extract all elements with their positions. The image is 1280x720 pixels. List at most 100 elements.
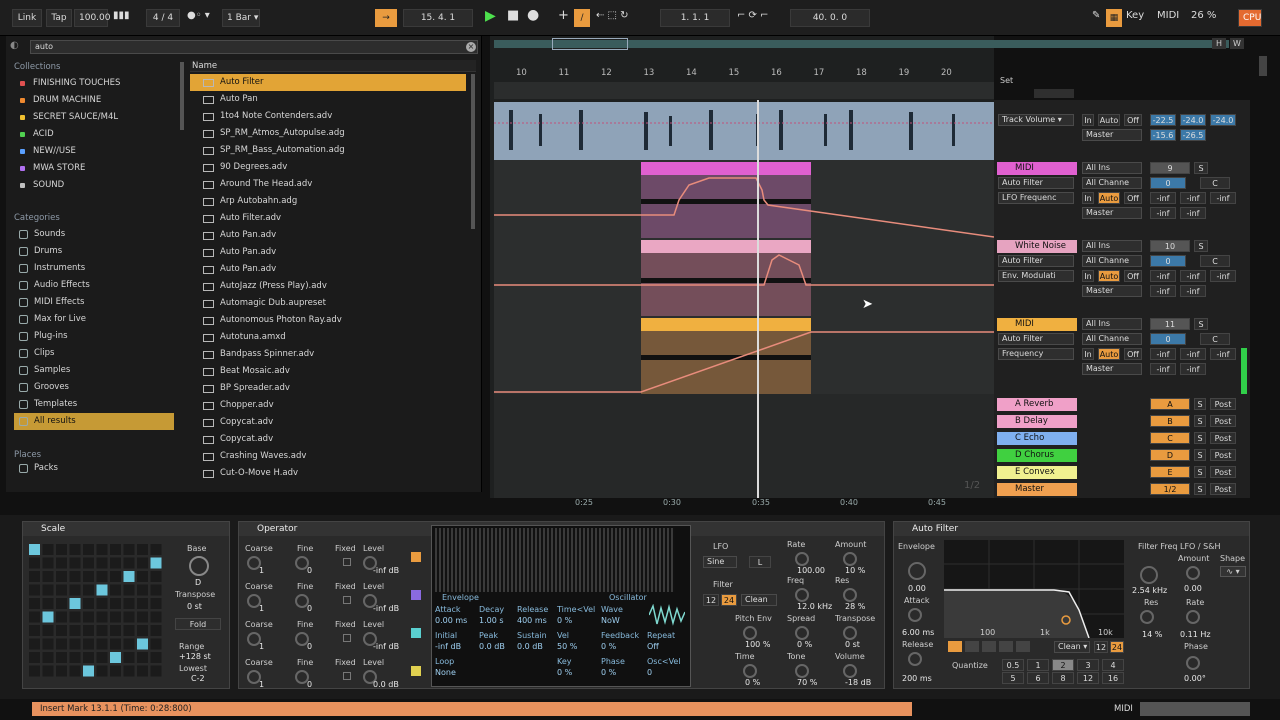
scale-cell[interactable] <box>56 598 67 609</box>
scale-cell[interactable] <box>110 544 121 555</box>
collection-item[interactable]: MWA STORE <box>14 160 184 177</box>
scale-cell[interactable] <box>69 611 81 623</box>
file-list-item[interactable]: 90 Degrees.adv <box>190 159 466 176</box>
scale-cell[interactable] <box>123 557 135 569</box>
scale-cell[interactable] <box>123 584 135 596</box>
return-send-letter[interactable]: B <box>1150 415 1190 427</box>
scale-cell[interactable] <box>83 557 94 569</box>
track-volume-select[interactable]: Track Volume ▾ <box>998 114 1074 126</box>
scale-cell[interactable] <box>42 598 54 609</box>
circuit-select[interactable]: Clean ▾ <box>1054 641 1090 653</box>
highpass-icon[interactable] <box>965 641 979 652</box>
send-value[interactable]: -inf <box>1180 348 1206 360</box>
rate-knob[interactable] <box>1186 610 1200 624</box>
loop-brace-area[interactable] <box>494 82 994 99</box>
peak-value[interactable]: 0.0 dB <box>479 642 505 651</box>
punch-icon[interactable]: ⌐ ⟳ ⌐ <box>737 10 769 21</box>
scale-cell[interactable] <box>29 652 40 663</box>
scale-cell[interactable] <box>42 611 54 623</box>
scale-cell[interactable] <box>29 584 40 596</box>
category-item[interactable]: Max for Live <box>14 311 174 328</box>
loop-tools-icon[interactable]: ⇠ ⬚ ↻ <box>596 10 629 21</box>
file-list-item[interactable]: AutoJazz (Press Play).adv <box>190 278 466 295</box>
files-scrollbar[interactable] <box>471 74 475 229</box>
vel-value[interactable]: 50 % <box>557 642 577 651</box>
scale-cell[interactable] <box>42 638 54 650</box>
collections-scrollbar[interactable] <box>180 62 184 130</box>
in-button[interactable]: In <box>1082 114 1094 126</box>
fixed-checkbox[interactable] <box>343 672 351 680</box>
return-lanes[interactable] <box>494 394 994 498</box>
scale-cell[interactable] <box>137 665 148 677</box>
category-item[interactable]: Sounds <box>14 226 174 243</box>
scale-cell[interactable] <box>96 571 108 582</box>
quantize-option[interactable]: 1 <box>1027 659 1049 671</box>
fixed-checkbox[interactable] <box>343 558 351 566</box>
scale-cell[interactable] <box>150 571 162 582</box>
quantize-select[interactable]: 1 Bar ▾ <box>222 9 260 27</box>
scale-cell[interactable] <box>150 598 162 609</box>
volume-readout[interactable]: -24.0 <box>1210 114 1236 126</box>
file-list-item[interactable]: SP_RM_Atmos_Autopulse.adg <box>190 125 466 142</box>
parameter-chooser[interactable]: Frequency <box>998 348 1074 360</box>
res-knob[interactable] <box>1140 610 1154 624</box>
browser-nav-icon[interactable]: ◐ <box>10 40 19 51</box>
return-track-title[interactable]: D Chorus <box>997 449 1077 462</box>
midi-map-label[interactable]: MIDI <box>1157 10 1179 21</box>
scale-cell[interactable] <box>83 571 94 582</box>
scale-cell[interactable] <box>96 638 108 650</box>
h-zoom-button[interactable]: H <box>1212 38 1226 49</box>
scale-grid[interactable] <box>29 544 165 684</box>
send-value[interactable]: -inf <box>1150 363 1176 375</box>
transpose-value[interactable]: 0 st <box>187 602 202 611</box>
scale-cell[interactable] <box>150 611 162 623</box>
scale-cell[interactable] <box>150 665 162 677</box>
auto-button[interactable]: Auto <box>1098 348 1120 360</box>
scale-cell[interactable] <box>137 638 148 650</box>
scale-cell[interactable] <box>69 557 81 569</box>
file-list-item[interactable]: Arp Autobahn.adg <box>190 193 466 210</box>
scale-cell[interactable] <box>42 544 54 555</box>
scale-cell[interactable] <box>29 557 40 569</box>
filter-24-button[interactable]: 24 <box>721 594 737 606</box>
scale-cell[interactable] <box>42 625 54 636</box>
record-icon[interactable]: ● <box>527 7 539 23</box>
spread-knob[interactable] <box>795 626 809 640</box>
file-list-item[interactable]: Auto Filter.adv <box>190 210 466 227</box>
envelope-tab[interactable]: Envelope <box>442 593 479 602</box>
return-track-title[interactable]: E Convex <box>997 466 1077 479</box>
send-value[interactable]: -inf <box>1150 270 1176 282</box>
scale-cell[interactable] <box>96 665 108 677</box>
center-pan[interactable]: C <box>1200 255 1230 267</box>
parameter-chooser[interactable]: Env. Modulati <box>998 270 1074 282</box>
scale-cell[interactable] <box>83 598 94 609</box>
scale-cell[interactable] <box>83 638 94 650</box>
send-value[interactable]: -inf <box>1150 348 1176 360</box>
scale-cell[interactable] <box>123 571 135 582</box>
input-type-select[interactable]: All Ins <box>1082 162 1142 174</box>
file-list-item[interactable]: Autonomous Photon Ray.adv <box>190 312 466 329</box>
scale-cell[interactable] <box>123 544 135 555</box>
scale-cell[interactable] <box>137 557 148 569</box>
scale-cell[interactable] <box>56 571 67 582</box>
envelope-knob[interactable] <box>908 562 926 580</box>
scale-cell[interactable] <box>83 584 94 596</box>
fixed-checkbox[interactable] <box>343 634 351 642</box>
loop-start-field[interactable]: 1. 1. 1 <box>660 9 730 27</box>
notch-icon[interactable] <box>999 641 1013 652</box>
scale-cell[interactable] <box>137 571 148 582</box>
in-button[interactable]: In <box>1082 270 1094 282</box>
in-button[interactable]: In <box>1082 192 1094 204</box>
scale-cell[interactable] <box>42 584 54 596</box>
send-value[interactable]: -inf <box>1180 363 1206 375</box>
quantize-option[interactable]: 4 <box>1102 659 1124 671</box>
return-send-letter[interactable]: A <box>1150 398 1190 410</box>
quantize-option[interactable]: 3 <box>1077 659 1099 671</box>
post-button[interactable]: Post <box>1210 415 1236 427</box>
scale-cell[interactable] <box>56 544 67 555</box>
scale-cell[interactable] <box>110 571 121 582</box>
file-list-item[interactable]: SP_RM_Bass_Automation.adg <box>190 142 466 159</box>
scale-cell[interactable] <box>96 625 108 636</box>
scale-cell[interactable] <box>123 625 135 636</box>
solo-button[interactable]: S <box>1194 466 1206 478</box>
